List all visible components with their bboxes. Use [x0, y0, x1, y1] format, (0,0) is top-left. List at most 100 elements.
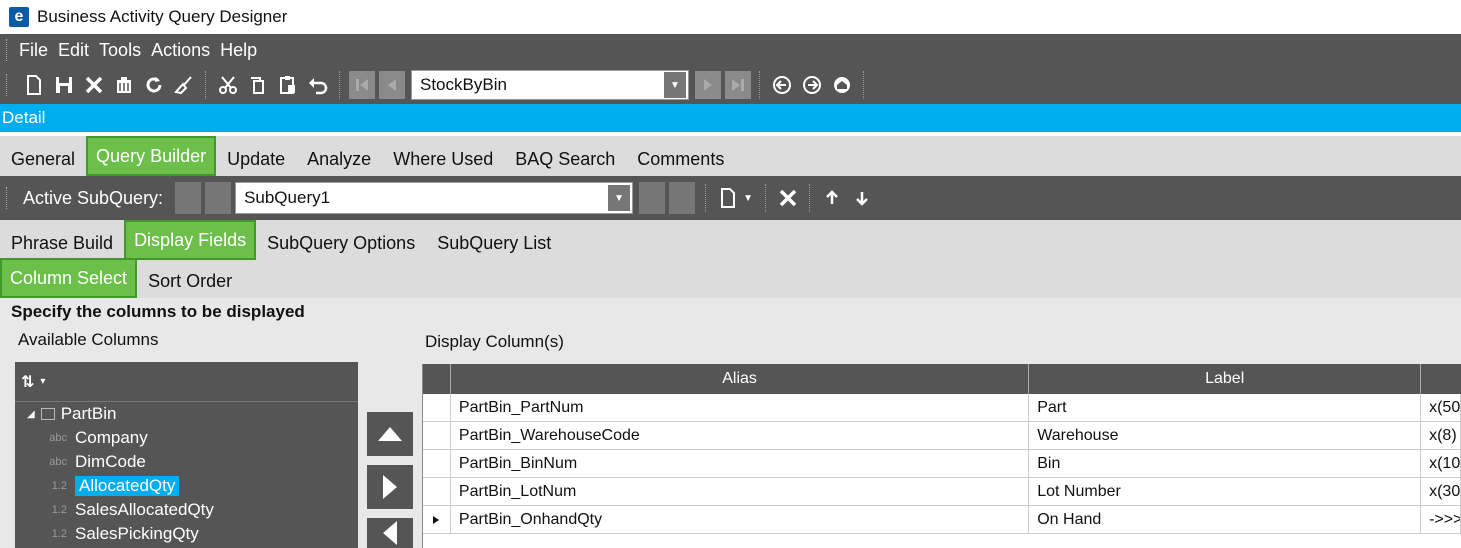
tree-item[interactable]: 1.2 SalesPickingQty: [15, 522, 358, 546]
new-subquery-icon[interactable]: [713, 183, 743, 213]
forward-icon[interactable]: [797, 70, 827, 100]
toolbar-separator: [764, 184, 767, 212]
copy-icon[interactable]: [243, 70, 273, 100]
tab-analyze[interactable]: Analyze: [296, 142, 382, 176]
display-columns-grid[interactable]: Alias Label PartBin_PartNum Part x(50 Pa…: [422, 364, 1461, 548]
cell-alias[interactable]: PartBin_OnhandQty: [451, 506, 1030, 533]
previous-record-icon[interactable]: [377, 70, 407, 100]
query-combo[interactable]: StockByBin ▼: [411, 70, 689, 100]
cell-alias[interactable]: PartBin_WarehouseCode: [451, 422, 1030, 449]
cell-format[interactable]: ->>>: [1421, 506, 1461, 533]
tab-column-select[interactable]: Column Select: [0, 258, 138, 298]
sort-az-icon[interactable]: ⇅: [21, 372, 34, 392]
chevron-down-icon[interactable]: ▾: [40, 376, 45, 387]
cell-format[interactable]: x(10: [1421, 450, 1461, 477]
next-record-icon[interactable]: [693, 70, 723, 100]
grid-header-format[interactable]: [1421, 364, 1461, 394]
current-row-indicator-icon[interactable]: [423, 506, 451, 533]
toolbar-separator: [863, 71, 865, 99]
cell-alias[interactable]: PartBin_PartNum: [451, 394, 1030, 421]
cell-alias[interactable]: PartBin_LotNum: [451, 478, 1030, 505]
grip-handle[interactable]: [6, 39, 9, 61]
table-row[interactable]: PartBin_BinNum Bin x(10: [423, 450, 1461, 478]
cell-label[interactable]: Part: [1029, 394, 1422, 421]
previous-subquery-icon[interactable]: [205, 182, 232, 214]
grip-handle[interactable]: [6, 187, 9, 209]
decimal-type-icon: 1.2: [51, 480, 67, 492]
back-icon[interactable]: [767, 70, 797, 100]
row-selector[interactable]: [423, 478, 451, 505]
instruction-text: Specify the columns to be displayed: [11, 302, 305, 321]
tree-item-label: AllocatedQty: [75, 476, 180, 496]
tree-node-table[interactable]: ◢ PartBin: [15, 402, 358, 426]
paste-icon[interactable]: [273, 70, 303, 100]
next-subquery-icon[interactable]: [639, 182, 666, 214]
delete-subquery-icon[interactable]: [773, 183, 803, 213]
broom-icon[interactable]: [169, 70, 199, 100]
move-down-icon[interactable]: [847, 183, 877, 213]
tree-item-selected[interactable]: 1.2 AllocatedQty: [15, 474, 358, 498]
tab-baq-search[interactable]: BAQ Search: [504, 142, 626, 176]
menu-file[interactable]: File: [19, 40, 48, 61]
table-row-current[interactable]: PartBin_OnhandQty On Hand ->>>: [423, 506, 1461, 534]
last-subquery-icon[interactable]: [669, 182, 696, 214]
refresh-icon[interactable]: [139, 70, 169, 100]
cell-label[interactable]: Bin: [1029, 450, 1422, 477]
available-columns-tree[interactable]: ⇅ ▾ ◢ PartBin abc Company abc DimCode 1.…: [15, 362, 358, 548]
table-row[interactable]: PartBin_WarehouseCode Warehouse x(8): [423, 422, 1461, 450]
tab-comments[interactable]: Comments: [626, 142, 735, 176]
menu-help[interactable]: Help: [220, 40, 257, 61]
cut-icon[interactable]: [213, 70, 243, 100]
chevron-down-icon[interactable]: ▼: [743, 193, 753, 204]
move-up-button[interactable]: [367, 412, 413, 456]
save-icon[interactable]: [49, 70, 79, 100]
tab-subquery-options[interactable]: SubQuery Options: [256, 226, 426, 260]
chevron-down-icon[interactable]: ▼: [608, 185, 631, 211]
clear-icon[interactable]: [109, 70, 139, 100]
tree-item[interactable]: 1.2 SalesAllocatedQty: [15, 498, 358, 522]
menu-actions[interactable]: Actions: [151, 40, 210, 61]
cell-format[interactable]: x(30: [1421, 478, 1461, 505]
tab-general[interactable]: General: [0, 142, 86, 176]
grid-header-label[interactable]: Label: [1029, 364, 1422, 394]
cell-label[interactable]: Warehouse: [1029, 422, 1422, 449]
row-selector[interactable]: [423, 422, 451, 449]
tree-item[interactable]: abc DimCode: [15, 450, 358, 474]
cell-label[interactable]: Lot Number: [1029, 478, 1422, 505]
tab-update[interactable]: Update: [216, 142, 296, 176]
add-column-button[interactable]: [367, 465, 413, 509]
tab-phrase-build[interactable]: Phrase Build: [0, 226, 124, 260]
row-selector[interactable]: [423, 394, 451, 421]
remove-column-button[interactable]: [367, 518, 413, 548]
tree-item[interactable]: abc Company: [15, 426, 358, 450]
cell-label[interactable]: On Hand: [1029, 506, 1422, 533]
grip-handle[interactable]: [6, 74, 9, 96]
subquery-combo[interactable]: SubQuery1 ▼: [235, 182, 634, 214]
tab-display-fields[interactable]: Display Fields: [124, 220, 257, 260]
new-icon[interactable]: [19, 70, 49, 100]
triangle-up-icon: [378, 427, 402, 441]
table-row[interactable]: PartBin_PartNum Part x(50: [423, 394, 1461, 422]
first-subquery-icon[interactable]: [175, 182, 202, 214]
grid-header-alias[interactable]: Alias: [451, 364, 1030, 394]
tab-sort-order[interactable]: Sort Order: [137, 264, 243, 298]
cell-alias[interactable]: PartBin_BinNum: [451, 450, 1030, 477]
undo-icon[interactable]: [303, 70, 333, 100]
home-icon[interactable]: [827, 70, 857, 100]
cell-format[interactable]: x(50: [1421, 394, 1461, 421]
menu-tools[interactable]: Tools: [99, 40, 141, 61]
delete-icon[interactable]: [79, 70, 109, 100]
move-up-icon[interactable]: [817, 183, 847, 213]
table-row[interactable]: PartBin_LotNum Lot Number x(30: [423, 478, 1461, 506]
menu-edit[interactable]: Edit: [58, 40, 89, 61]
collapse-icon[interactable]: ◢: [27, 409, 35, 420]
tab-query-builder[interactable]: Query Builder: [86, 136, 217, 176]
row-selector[interactable]: [423, 450, 451, 477]
cell-format[interactable]: x(8): [1421, 422, 1461, 449]
tab-where-used[interactable]: Where Used: [382, 142, 504, 176]
chevron-down-icon[interactable]: ▼: [664, 72, 686, 98]
tab-subquery-list[interactable]: SubQuery List: [426, 226, 562, 260]
first-record-icon[interactable]: [347, 70, 377, 100]
subquery-toolbar: Active SubQuery: SubQuery1 ▼ ▼: [0, 176, 1461, 220]
last-record-icon[interactable]: [723, 70, 753, 100]
